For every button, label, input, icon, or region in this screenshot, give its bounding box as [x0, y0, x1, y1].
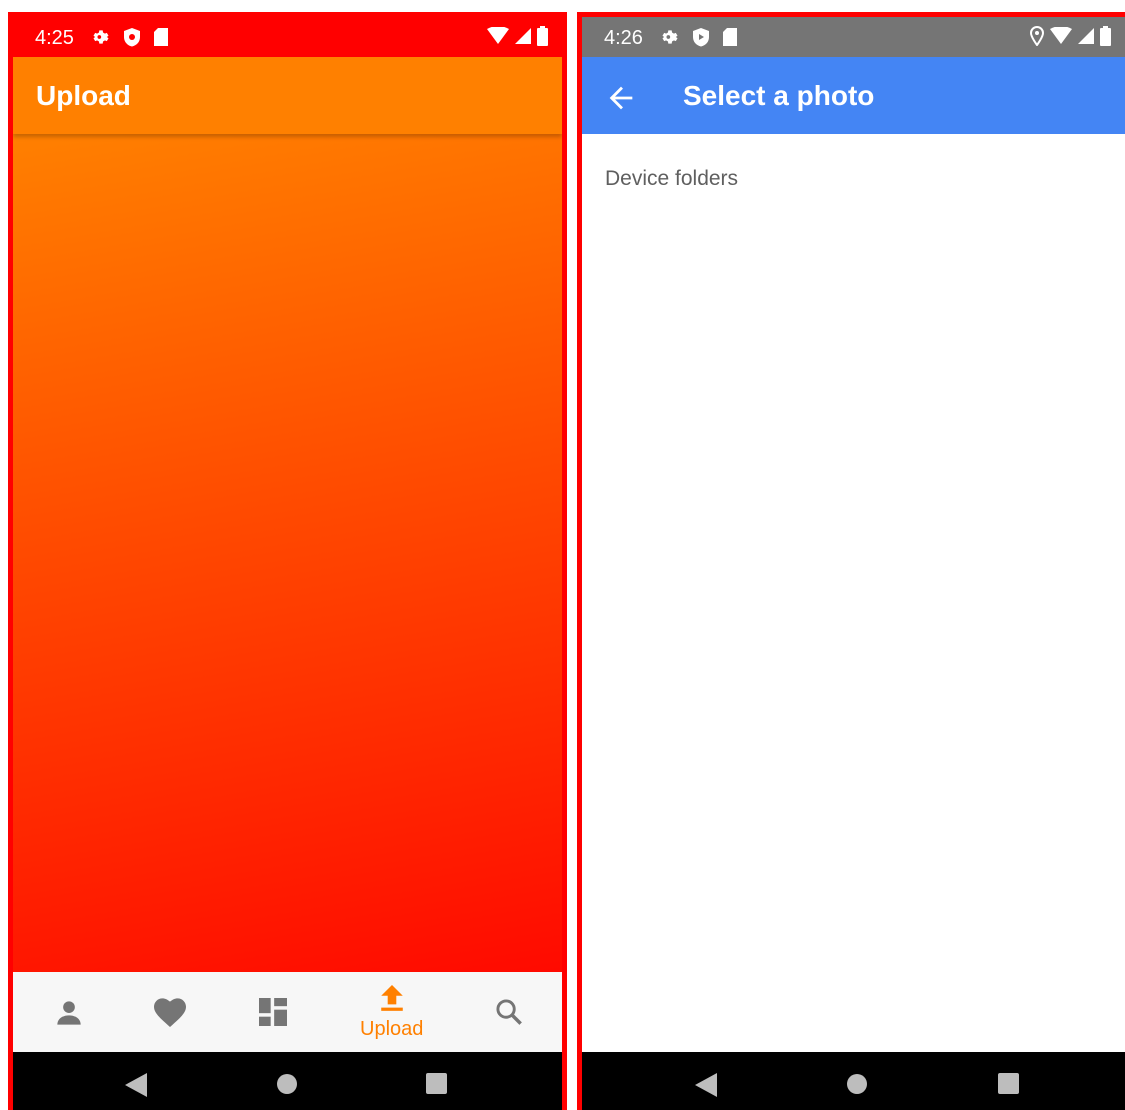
right-phone-screen: 4:26 Select a photo Device folders [577, 12, 1125, 1110]
bottom-navigation: Upload [13, 972, 562, 1052]
location-icon [1030, 26, 1044, 46]
recents-square-icon[interactable] [426, 1073, 447, 1094]
nav-upload-label: Upload [360, 1018, 424, 1040]
nav-dashboard[interactable] [253, 972, 297, 1052]
status-bar: 4:25 [13, 17, 562, 57]
arrow-back-icon[interactable] [604, 81, 638, 115]
shield-icon [124, 28, 140, 47]
heart-icon [154, 998, 186, 1027]
nav-profile[interactable] [48, 972, 92, 1052]
back-triangle-icon[interactable] [125, 1073, 147, 1097]
dashboard-icon [259, 998, 287, 1026]
section-header-device-folders: Device folders [605, 167, 739, 190]
status-time: 4:25 [35, 27, 74, 49]
wifi-icon [1050, 27, 1072, 44]
system-navigation-bar [13, 1052, 562, 1110]
upload-icon [381, 985, 403, 1011]
nav-search[interactable] [491, 972, 535, 1052]
recents-square-icon[interactable] [998, 1073, 1019, 1094]
shield-icon [693, 28, 709, 47]
content-area [13, 134, 562, 972]
home-circle-icon[interactable] [846, 1073, 868, 1095]
battery-icon [537, 26, 548, 46]
nav-favorites[interactable] [149, 972, 193, 1052]
left-phone-screen: 4:25 Upload Upload [8, 12, 567, 1110]
wifi-icon [487, 27, 509, 44]
app-bar: Select a photo [582, 57, 1125, 134]
settings-gear-icon [93, 30, 109, 44]
home-circle-icon[interactable] [276, 1073, 298, 1095]
search-icon [496, 999, 522, 1025]
status-bar: 4:26 [582, 17, 1125, 57]
page-title: Select a photo [683, 80, 875, 111]
battery-icon [1100, 26, 1111, 46]
app-bar: Upload [13, 57, 562, 134]
signal-icon [1078, 28, 1094, 44]
nav-upload[interactable]: Upload [353, 972, 433, 1052]
person-icon [57, 1001, 81, 1025]
settings-gear-icon [662, 30, 678, 44]
signal-icon [515, 28, 531, 44]
system-navigation-bar [582, 1052, 1125, 1110]
sd-card-icon [154, 28, 168, 46]
content-area: Device folders [582, 134, 1125, 1052]
page-title: Upload [36, 80, 131, 111]
sd-card-icon [723, 28, 737, 46]
back-triangle-icon[interactable] [695, 1073, 717, 1097]
status-time: 4:26 [604, 27, 643, 49]
